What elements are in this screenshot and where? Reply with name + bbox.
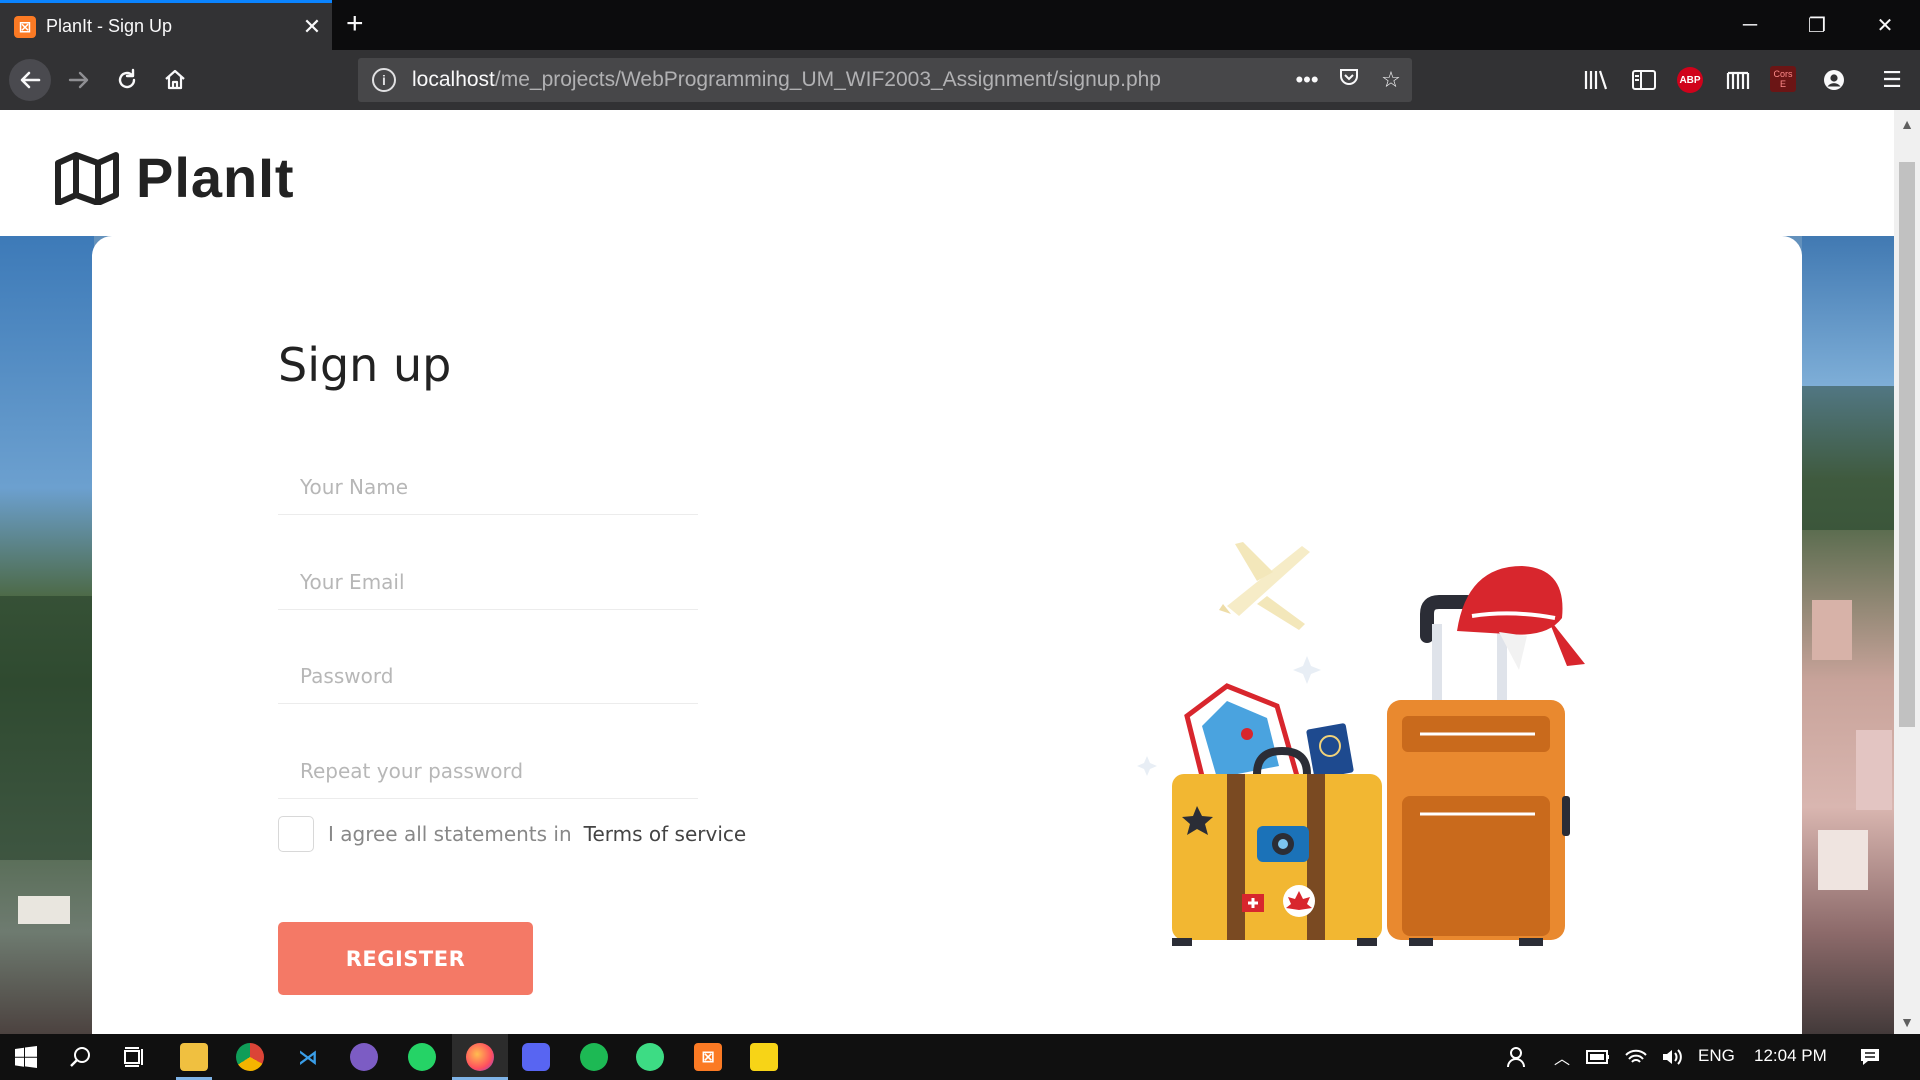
agree-label: I agree all statements in [328,822,572,846]
agree-checkbox[interactable] [278,816,314,852]
page-actions-icon[interactable]: ••• [1286,67,1328,93]
repeat-password-input[interactable] [278,743,698,799]
email-input[interactable] [278,554,698,610]
url-host: localhost [412,68,495,91]
bookmark-star-icon[interactable]: ☆ [1370,67,1412,93]
library-icon[interactable] [1580,66,1612,94]
camera-icon [1257,826,1309,862]
new-tab-button[interactable]: + [346,8,364,40]
background-photo-right [1802,236,1894,386]
arrow-left-icon [20,71,41,89]
register-button[interactable]: REGISTER [278,922,533,995]
browser-tab-bar: ⊠ PlanIt - Sign Up ✕ + ─ ❐ ✕ [0,0,1920,50]
browser-tab[interactable]: ⊠ PlanIt - Sign Up ✕ [0,0,332,50]
background-house [1856,730,1892,810]
terms-agreement: I agree all statements in Terms of servi… [278,816,746,852]
map-icon [55,151,119,205]
xampp-favicon-icon: ⊠ [14,15,36,38]
tab-title: PlanIt - Sign Up [46,16,173,36]
sticky-notes-icon[interactable] [750,1043,778,1071]
passport-icon [1306,723,1354,779]
arrow-right-icon [68,71,89,89]
discord-icon[interactable] [522,1043,550,1071]
extension-columns-icon[interactable] [1722,66,1754,94]
task-view-icon[interactable] [120,1043,148,1071]
whatsapp-icon[interactable] [408,1043,436,1071]
android-studio-icon[interactable] [636,1043,664,1071]
back-button[interactable] [9,59,51,101]
reload-button[interactable] [106,59,148,101]
clock[interactable]: 12:04 PM [1754,1046,1827,1066]
home-icon [165,69,185,90]
account-icon[interactable] [1818,66,1850,94]
background-photo-left-town [0,860,94,1034]
chevron-up-icon[interactable]: ︿ [1548,1043,1576,1071]
battery-icon[interactable] [1584,1043,1612,1071]
reload-icon [118,68,136,89]
volume-icon[interactable] [1658,1043,1686,1071]
airplane-icon [1219,542,1310,630]
scroll-up-arrow-icon[interactable]: ▲ [1894,116,1920,132]
site-header: PlanIt [0,110,1894,236]
sun-hat-icon [1457,566,1585,670]
notifications-icon[interactable] [1856,1043,1884,1071]
background-house [1818,830,1868,890]
xampp-icon[interactable]: ⊠ [694,1043,722,1071]
web-page: PlanIt Sign up I agree all statements in… [0,110,1894,1034]
signup-card: Sign up I agree all statements in Terms … [92,236,1802,1034]
adblock-icon[interactable]: ABP [1677,67,1703,93]
background-house [18,896,70,924]
travel-luggage-illustration [1137,542,1585,946]
windows-taskbar: ⋊ ⊠ ︿ ENG 12:04 PM [0,1034,1920,1080]
logo-text: PlanIt [136,146,295,209]
home-button[interactable] [154,59,196,101]
people-icon[interactable] [1504,1043,1532,1071]
forward-button[interactable] [58,59,100,101]
scroll-down-arrow-icon[interactable]: ▼ [1894,1014,1920,1030]
pocket-icon[interactable] [1328,66,1370,94]
site-info-icon[interactable]: i [372,68,396,92]
cors-extension-icon[interactable]: Cors E [1770,66,1796,92]
menu-hamburger-icon[interactable]: ☰ [1876,66,1908,94]
browser-toolbar: i localhost/me_projects/WebProgramming_U… [0,50,1920,110]
messaging-app-icon[interactable] [350,1043,378,1071]
search-icon[interactable] [66,1043,94,1071]
wifi-icon[interactable] [1622,1043,1650,1071]
url-text[interactable]: localhost/me_projects/WebProgramming_UM_… [412,68,1286,92]
url-path: /me_projects/WebProgramming_UM_WIF2003_A… [494,68,1161,91]
language-indicator[interactable]: ENG [1698,1046,1735,1066]
site-logo[interactable]: PlanIt [54,145,294,210]
firefox-icon[interactable] [466,1043,494,1071]
background-photo-left [0,236,94,596]
minimize-window-button[interactable]: ─ [1715,0,1785,50]
close-window-button[interactable]: ✕ [1850,0,1920,50]
file-explorer-icon[interactable] [180,1043,208,1071]
page-title: Sign up [278,338,452,392]
windows-start-icon[interactable] [12,1043,40,1071]
background-house [1812,600,1852,660]
address-bar[interactable]: i localhost/me_projects/WebProgramming_U… [358,58,1412,102]
scroll-thumb[interactable] [1899,162,1915,727]
terms-of-service-link[interactable]: Terms of service [584,822,747,846]
spotify-icon[interactable] [580,1043,608,1071]
chrome-icon[interactable] [236,1043,264,1071]
name-input[interactable] [278,459,698,515]
page-scrollbar[interactable]: ▲ ▼ [1894,110,1920,1034]
restore-window-button[interactable]: ❐ [1782,0,1852,50]
password-input[interactable] [278,648,698,704]
sidebar-icon[interactable] [1628,66,1660,94]
vscode-icon[interactable]: ⋊ [294,1043,322,1071]
close-tab-icon[interactable]: ✕ [292,14,332,40]
